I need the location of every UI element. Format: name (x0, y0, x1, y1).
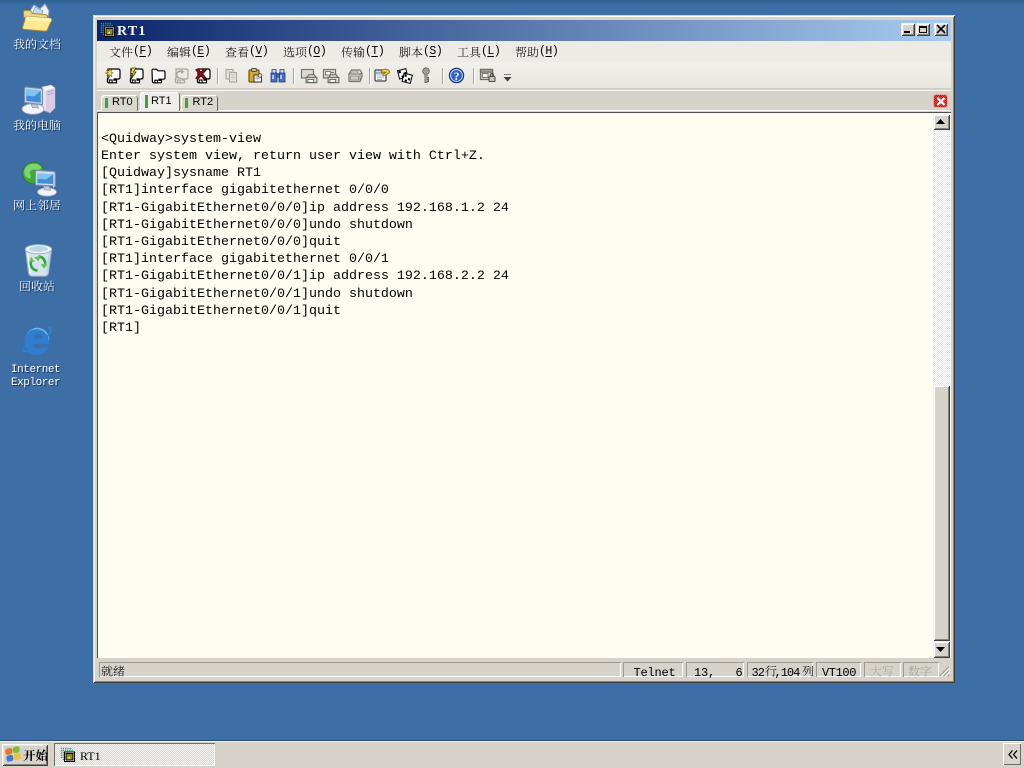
svg-text:?: ? (454, 71, 460, 83)
